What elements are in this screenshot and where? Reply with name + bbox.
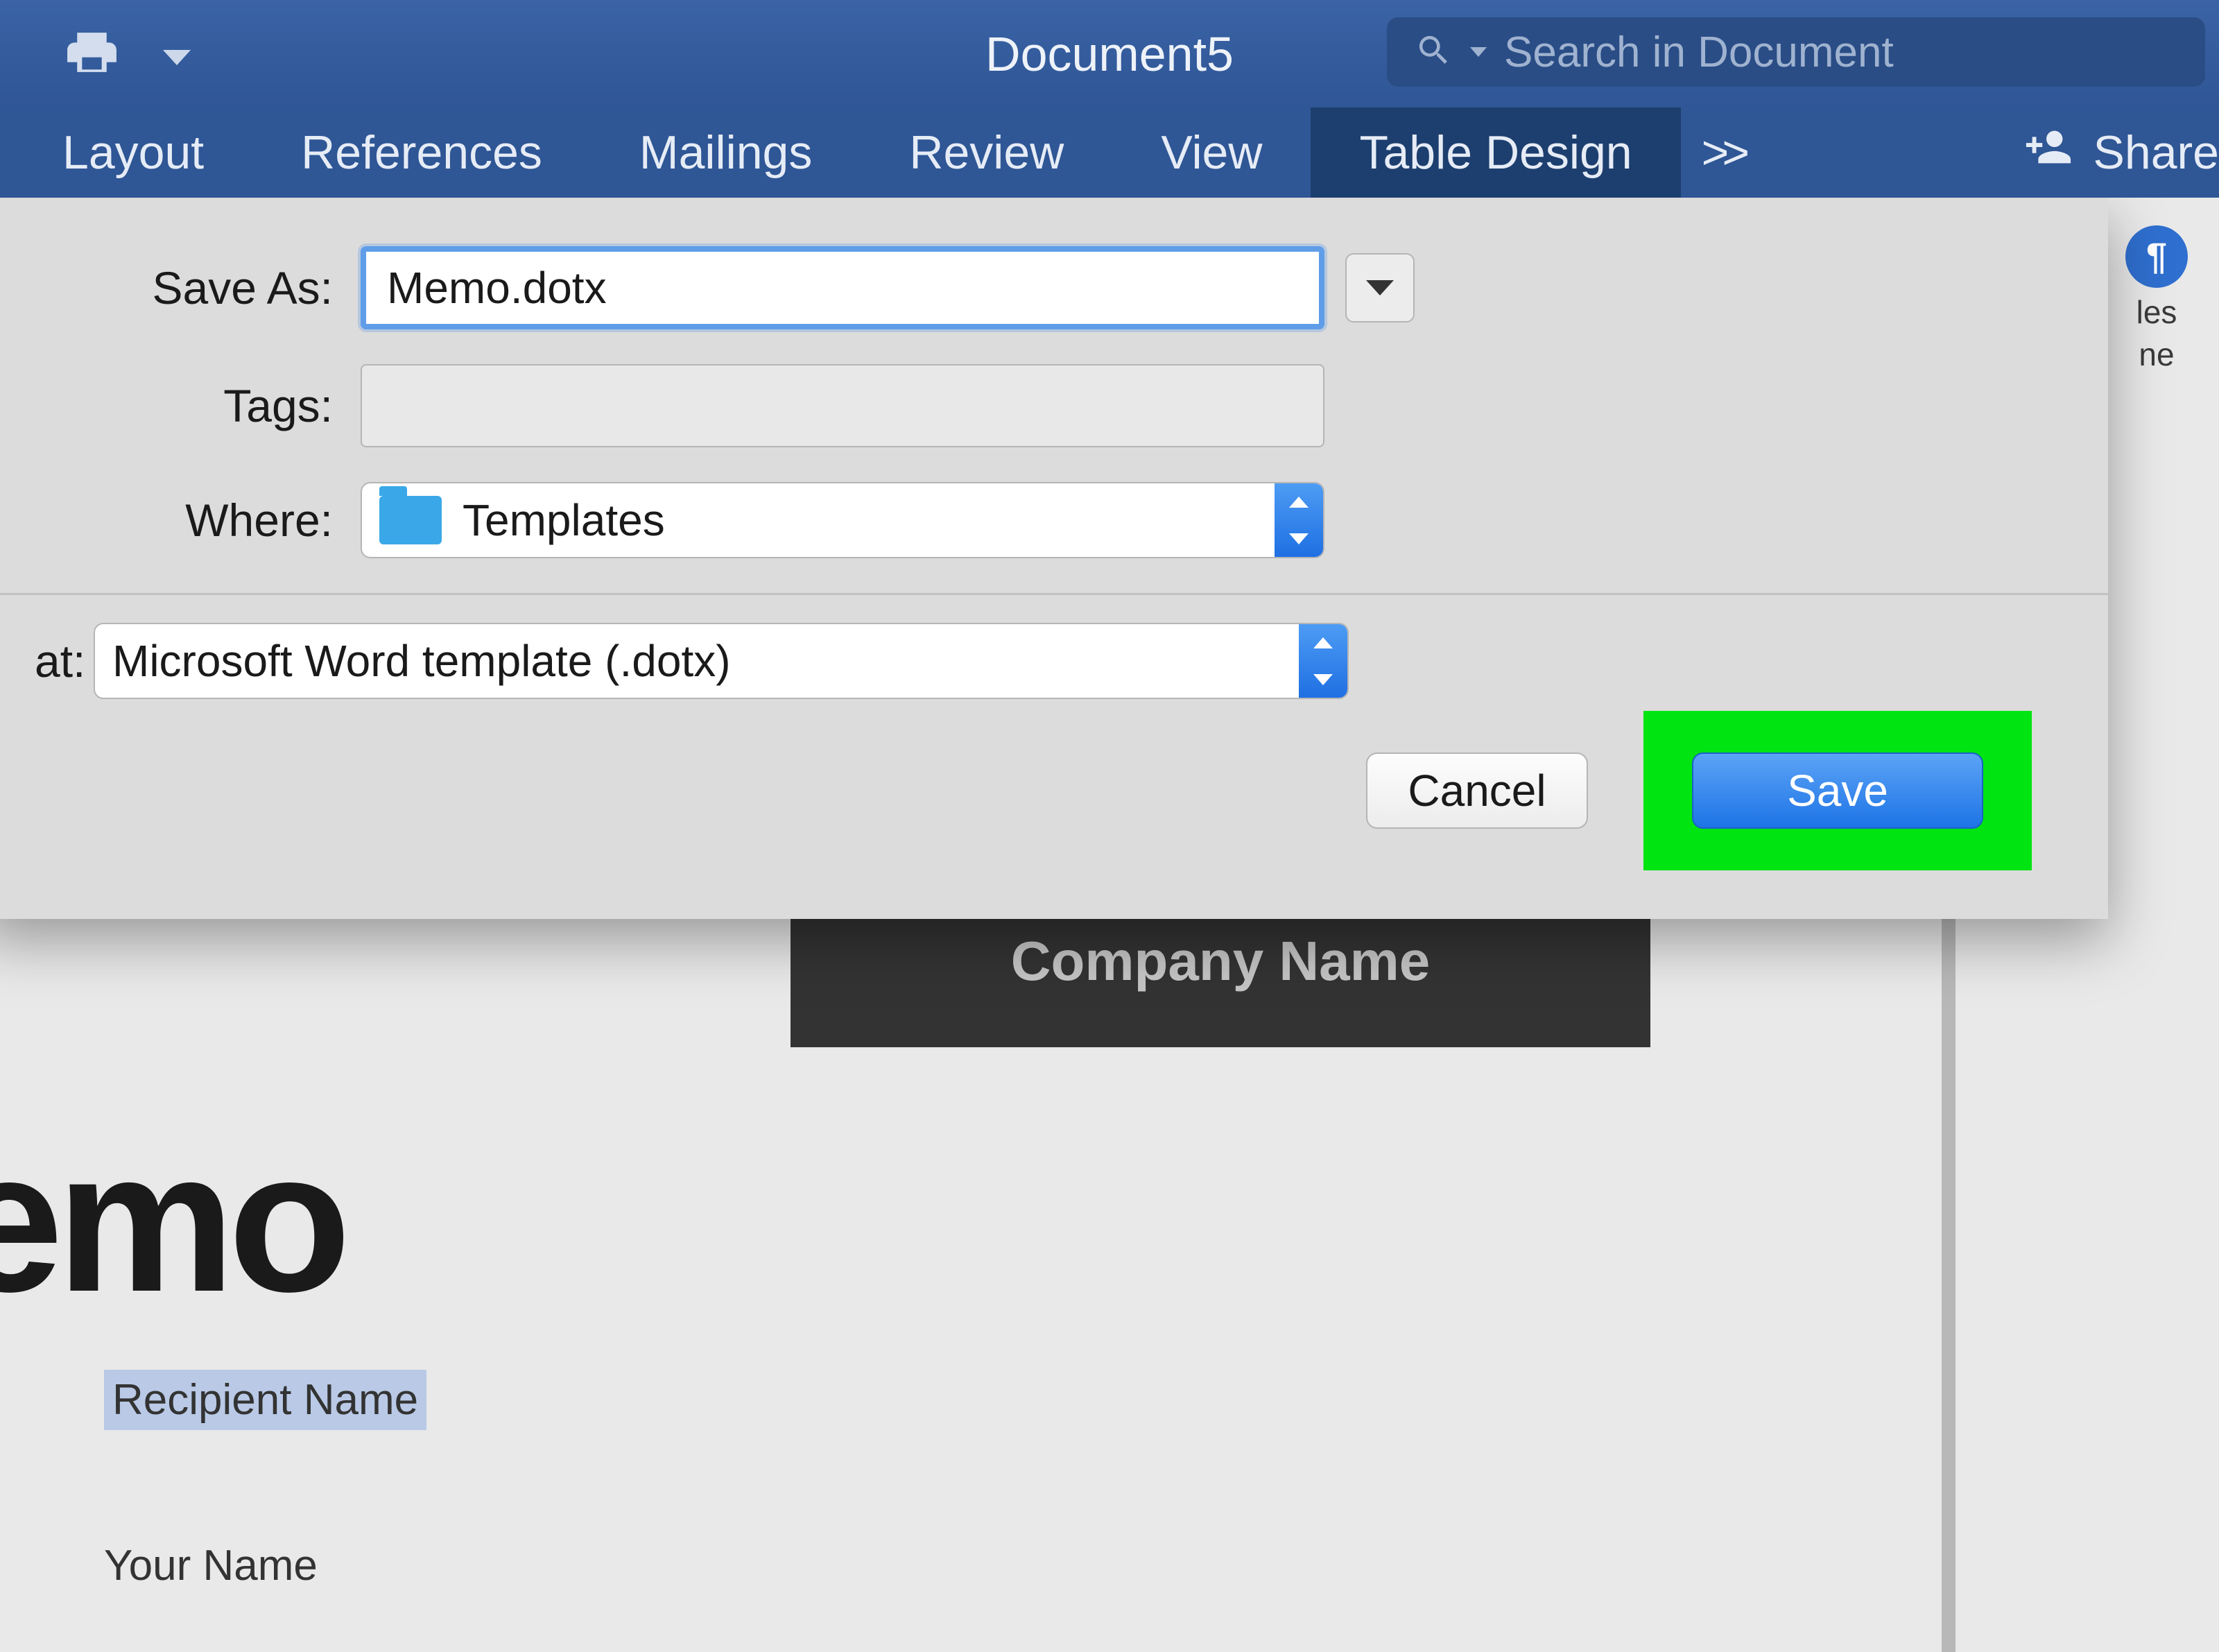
search-dropdown-icon[interactable] [1470, 47, 1487, 57]
search-input[interactable] [1504, 28, 2177, 77]
where-label: Where: [35, 494, 361, 547]
tab-layout[interactable]: Layout [14, 107, 252, 198]
share-label: Share [2093, 126, 2219, 180]
save-button[interactable]: Save [1692, 752, 1983, 829]
search-icon [1415, 31, 1453, 73]
ribbon-overflow-icon[interactable]: >> [1681, 126, 1763, 180]
save-dialog: Save As: Tags: Where: Templates at: [0, 198, 2108, 919]
field-recipient-name[interactable]: Recipient Name [104, 1370, 426, 1430]
tags-label: Tags: [35, 379, 361, 432]
format-stepper-icon[interactable] [1299, 624, 1347, 698]
where-value: Templates [463, 494, 665, 546]
chevron-down-icon [1366, 280, 1394, 295]
main-area: ¶ les ne Company Name emo Recipient Name… [0, 198, 2219, 1652]
titlebar: Document5 [0, 0, 2219, 107]
styles-label-line2: ne [2115, 337, 2198, 372]
share-button[interactable]: Share [2024, 123, 2219, 182]
tab-table-design[interactable]: Table Design [1311, 107, 1680, 198]
styles-pane-button[interactable]: ¶ les ne [2115, 225, 2198, 372]
tab-review[interactable]: Review [861, 107, 1112, 198]
share-icon [2024, 123, 2073, 182]
save-highlight-annotation: Save [1643, 711, 2032, 870]
tab-references[interactable]: References [252, 107, 591, 198]
document-title: Document5 [985, 26, 1234, 82]
dialog-divider [0, 593, 2108, 595]
tags-row: Tags: [35, 364, 2053, 447]
tab-mailings[interactable]: Mailings [591, 107, 861, 198]
field-name[interactable]: Name [104, 1646, 426, 1652]
document-company-name: Company Name [791, 909, 1650, 1047]
search-container [1387, 17, 2205, 87]
dialog-buttons: Cancel Save [1366, 711, 2032, 870]
save-as-label: Save As: [35, 261, 361, 314]
format-row: at: Microsoft Word template (.dotx) [35, 623, 2053, 699]
document-fields: Recipient Name Your Name Name [104, 1370, 426, 1652]
ribbon-tabs: Layout References Mailings Review View T… [0, 107, 2219, 198]
file-format-select[interactable]: Microsoft Word template (.dotx) [94, 623, 1349, 699]
styles-label-line1: les [2115, 295, 2198, 330]
save-as-input[interactable] [361, 246, 1324, 329]
folder-icon [379, 496, 442, 544]
document-heading: emo [0, 1106, 344, 1337]
tab-view[interactable]: View [1112, 107, 1311, 198]
where-stepper-icon[interactable] [1275, 483, 1323, 557]
format-label: at: [35, 635, 94, 687]
cancel-button[interactable]: Cancel [1366, 752, 1588, 829]
print-icon[interactable] [62, 23, 121, 85]
pilcrow-icon: ¶ [2125, 225, 2188, 288]
save-as-row: Save As: [35, 246, 2053, 329]
where-row: Where: Templates [35, 482, 2053, 558]
page-edge [1942, 891, 1955, 1652]
format-value: Microsoft Word template (.dotx) [112, 635, 731, 687]
titlebar-quick-access [0, 23, 191, 85]
expand-dialog-button[interactable] [1345, 253, 1415, 322]
field-your-name[interactable]: Your Name [104, 1541, 426, 1590]
quick-access-dropdown-icon[interactable] [163, 50, 191, 65]
where-select[interactable]: Templates [361, 482, 1324, 558]
tags-input[interactable] [361, 364, 1324, 447]
